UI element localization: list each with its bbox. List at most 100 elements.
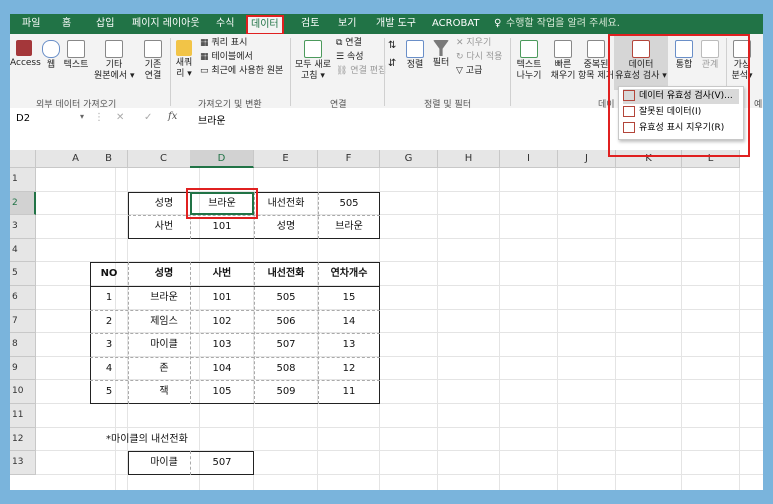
remove-duplicates-button[interactable]: 중복된 항목 제거 bbox=[578, 40, 614, 82]
tab-home[interactable]: 홈 bbox=[62, 14, 71, 34]
table-cell[interactable]: 102 bbox=[190, 310, 254, 334]
reapply-button[interactable]: ↻ 다시 적용 bbox=[456, 52, 502, 63]
from-text-button[interactable]: 텍스트 bbox=[62, 40, 90, 71]
table-cell[interactable]: 506 bbox=[254, 310, 318, 334]
table-cell[interactable]: 3 bbox=[90, 333, 128, 357]
table-cell[interactable]: 505 bbox=[254, 286, 318, 310]
row-header-13[interactable]: 13 bbox=[10, 451, 36, 475]
row-header-3[interactable]: 3 bbox=[10, 215, 36, 239]
sort-za-icon[interactable]: ⇵ bbox=[388, 58, 396, 69]
column-header-b[interactable]: B bbox=[90, 150, 128, 168]
worksheet-grid[interactable]: ABCDEFGHIJKL 1 2 3 4 5 6 7 8 9 10 11 12 13 성명 사번 브라운 10… bbox=[10, 150, 763, 490]
column-header-f[interactable]: F bbox=[318, 150, 380, 168]
from-web-button[interactable]: 웹 bbox=[42, 40, 60, 71]
name-box-dropdown-icon[interactable]: ▾ bbox=[80, 112, 84, 121]
table-cell[interactable]: 105 bbox=[190, 380, 254, 404]
table-cell[interactable]: 14 bbox=[318, 310, 380, 334]
table-cell[interactable]: 104 bbox=[190, 357, 254, 381]
tab-formulas[interactable]: 수식 bbox=[216, 14, 234, 34]
cell-e2[interactable]: 내선전화 bbox=[254, 192, 318, 216]
table-cell[interactable]: 12 bbox=[318, 357, 380, 381]
row-header-9[interactable]: 9 bbox=[10, 356, 36, 381]
relationships-button[interactable]: 관계 bbox=[698, 40, 722, 71]
menu-item-data-validation[interactable]: 데이터 유효성 검사(V)... bbox=[623, 89, 739, 104]
row-header-11[interactable]: 11 bbox=[10, 404, 36, 428]
flash-fill-button[interactable]: 빠른 채우기 bbox=[548, 40, 578, 82]
column-header-h[interactable]: H bbox=[438, 150, 500, 168]
insert-function-icon[interactable]: fx bbox=[168, 111, 177, 122]
properties-button[interactable]: ☰ 속성 bbox=[336, 52, 364, 63]
row-header-5[interactable]: 5 bbox=[10, 262, 36, 286]
row-header-2[interactable]: 2 bbox=[10, 191, 36, 216]
cell-d13[interactable]: 507 bbox=[190, 451, 254, 475]
from-access-button[interactable]: Access bbox=[10, 40, 41, 69]
refresh-all-button[interactable]: 모두 새로 고침 ▾ bbox=[293, 40, 333, 82]
table-cell[interactable]: 15 bbox=[318, 286, 380, 310]
tab-data[interactable]: 데이터 bbox=[246, 15, 284, 35]
table-cell[interactable]: 101 bbox=[190, 286, 254, 310]
table-cell[interactable]: 2 bbox=[90, 310, 128, 334]
row-header-4[interactable]: 4 bbox=[10, 238, 36, 263]
consolidate-button[interactable]: 통합 bbox=[672, 40, 696, 71]
table-header-cell[interactable]: 연차개수 bbox=[318, 262, 380, 286]
table-cell[interactable]: 4 bbox=[90, 357, 128, 381]
row-header-10[interactable]: 10 bbox=[10, 380, 36, 404]
table-header-cell[interactable]: 사번 bbox=[190, 262, 254, 286]
tab-developer[interactable]: 개발 도구 bbox=[376, 14, 416, 34]
note-cell-b12[interactable]: *마이클의 내선전화 bbox=[106, 428, 188, 452]
cancel-icon[interactable]: ✕ bbox=[116, 112, 124, 123]
column-header-i[interactable]: I bbox=[500, 150, 558, 168]
column-header-e[interactable]: E bbox=[254, 150, 318, 168]
existing-connections-button[interactable]: 기존 연결 bbox=[140, 40, 166, 82]
recent-sources-button[interactable]: ▭ 최근에 사용한 원본 bbox=[200, 66, 283, 77]
select-all-corner[interactable] bbox=[10, 150, 36, 168]
sort-button[interactable]: 정렬 bbox=[404, 40, 426, 71]
data-validation-button[interactable]: 데이터 유효성 검사 ▾ bbox=[614, 36, 668, 90]
table-cell[interactable]: 103 bbox=[190, 333, 254, 357]
filter-button[interactable]: 필터 bbox=[430, 40, 452, 69]
sort-az-icon[interactable]: ⇅ bbox=[388, 40, 396, 51]
enter-icon[interactable]: ✓ bbox=[144, 112, 152, 123]
advanced-filter-button[interactable]: ▽ 고급 bbox=[456, 66, 482, 77]
cell-e3[interactable]: 성명 bbox=[254, 215, 318, 239]
menu-item-circle-invalid[interactable]: 잘못된 데이터(I) bbox=[623, 105, 739, 120]
from-table-button[interactable]: ▦ 테이블에서 bbox=[200, 52, 253, 63]
clear-filter-button[interactable]: ✕ 지우기 bbox=[456, 38, 491, 49]
table-cell[interactable]: 1 bbox=[90, 286, 128, 310]
table-cell[interactable]: 509 bbox=[254, 380, 318, 404]
tab-page-layout[interactable]: 페이지 레이아웃 bbox=[132, 14, 200, 34]
from-other-sources-button[interactable]: 기타 원본에서 ▾ bbox=[94, 40, 135, 82]
table-cell[interactable]: 5 bbox=[90, 380, 128, 404]
tab-review[interactable]: 검토 bbox=[301, 14, 319, 34]
table-cell[interactable]: 13 bbox=[318, 333, 380, 357]
new-query-button[interactable]: 새쿼 리 ▾ bbox=[173, 40, 195, 80]
column-header-d[interactable]: D bbox=[190, 150, 254, 168]
column-header-j[interactable]: J bbox=[558, 150, 616, 168]
tab-view[interactable]: 보기 bbox=[338, 14, 356, 34]
table-header-cell[interactable]: NO bbox=[90, 262, 128, 286]
table-cell[interactable]: 11 bbox=[318, 380, 380, 404]
formula-input[interactable]: 브라운 bbox=[198, 112, 226, 127]
tab-file[interactable]: 파일 bbox=[22, 14, 40, 34]
connections-button[interactable]: ⧉ 연결 bbox=[336, 38, 362, 49]
name-box[interactable]: D2 bbox=[16, 112, 86, 126]
cell-f3[interactable]: 브라운 bbox=[318, 215, 380, 239]
column-header-g[interactable]: G bbox=[380, 150, 438, 168]
column-header-k[interactable]: K bbox=[616, 150, 682, 168]
show-queries-button[interactable]: ▦ 쿼리 표시 bbox=[200, 38, 247, 49]
edit-links-button[interactable]: ⛓ 연결 편집 bbox=[336, 66, 386, 77]
row-header-1[interactable]: 1 bbox=[10, 168, 36, 192]
tab-insert[interactable]: 삽입 bbox=[96, 14, 114, 34]
column-header-l[interactable]: L bbox=[682, 150, 740, 168]
tell-me-box[interactable]: 수행할 작업을 알려 주세요. bbox=[506, 14, 620, 34]
row-header-8[interactable]: 8 bbox=[10, 333, 36, 357]
cell-f2[interactable]: 505 bbox=[318, 192, 380, 216]
what-if-analysis-button[interactable]: 가상 분석▾ bbox=[728, 40, 756, 82]
row-header-6[interactable]: 6 bbox=[10, 286, 36, 310]
table-cell[interactable]: 507 bbox=[254, 333, 318, 357]
table-header-cell[interactable]: 내선전화 bbox=[254, 262, 318, 286]
tab-acrobat[interactable]: ACROBAT bbox=[432, 14, 480, 34]
row-header-7[interactable]: 7 bbox=[10, 309, 36, 334]
row-header-12[interactable]: 12 bbox=[10, 427, 36, 452]
menu-item-clear-circles[interactable]: 유효성 표시 지우기(R) bbox=[623, 121, 739, 136]
